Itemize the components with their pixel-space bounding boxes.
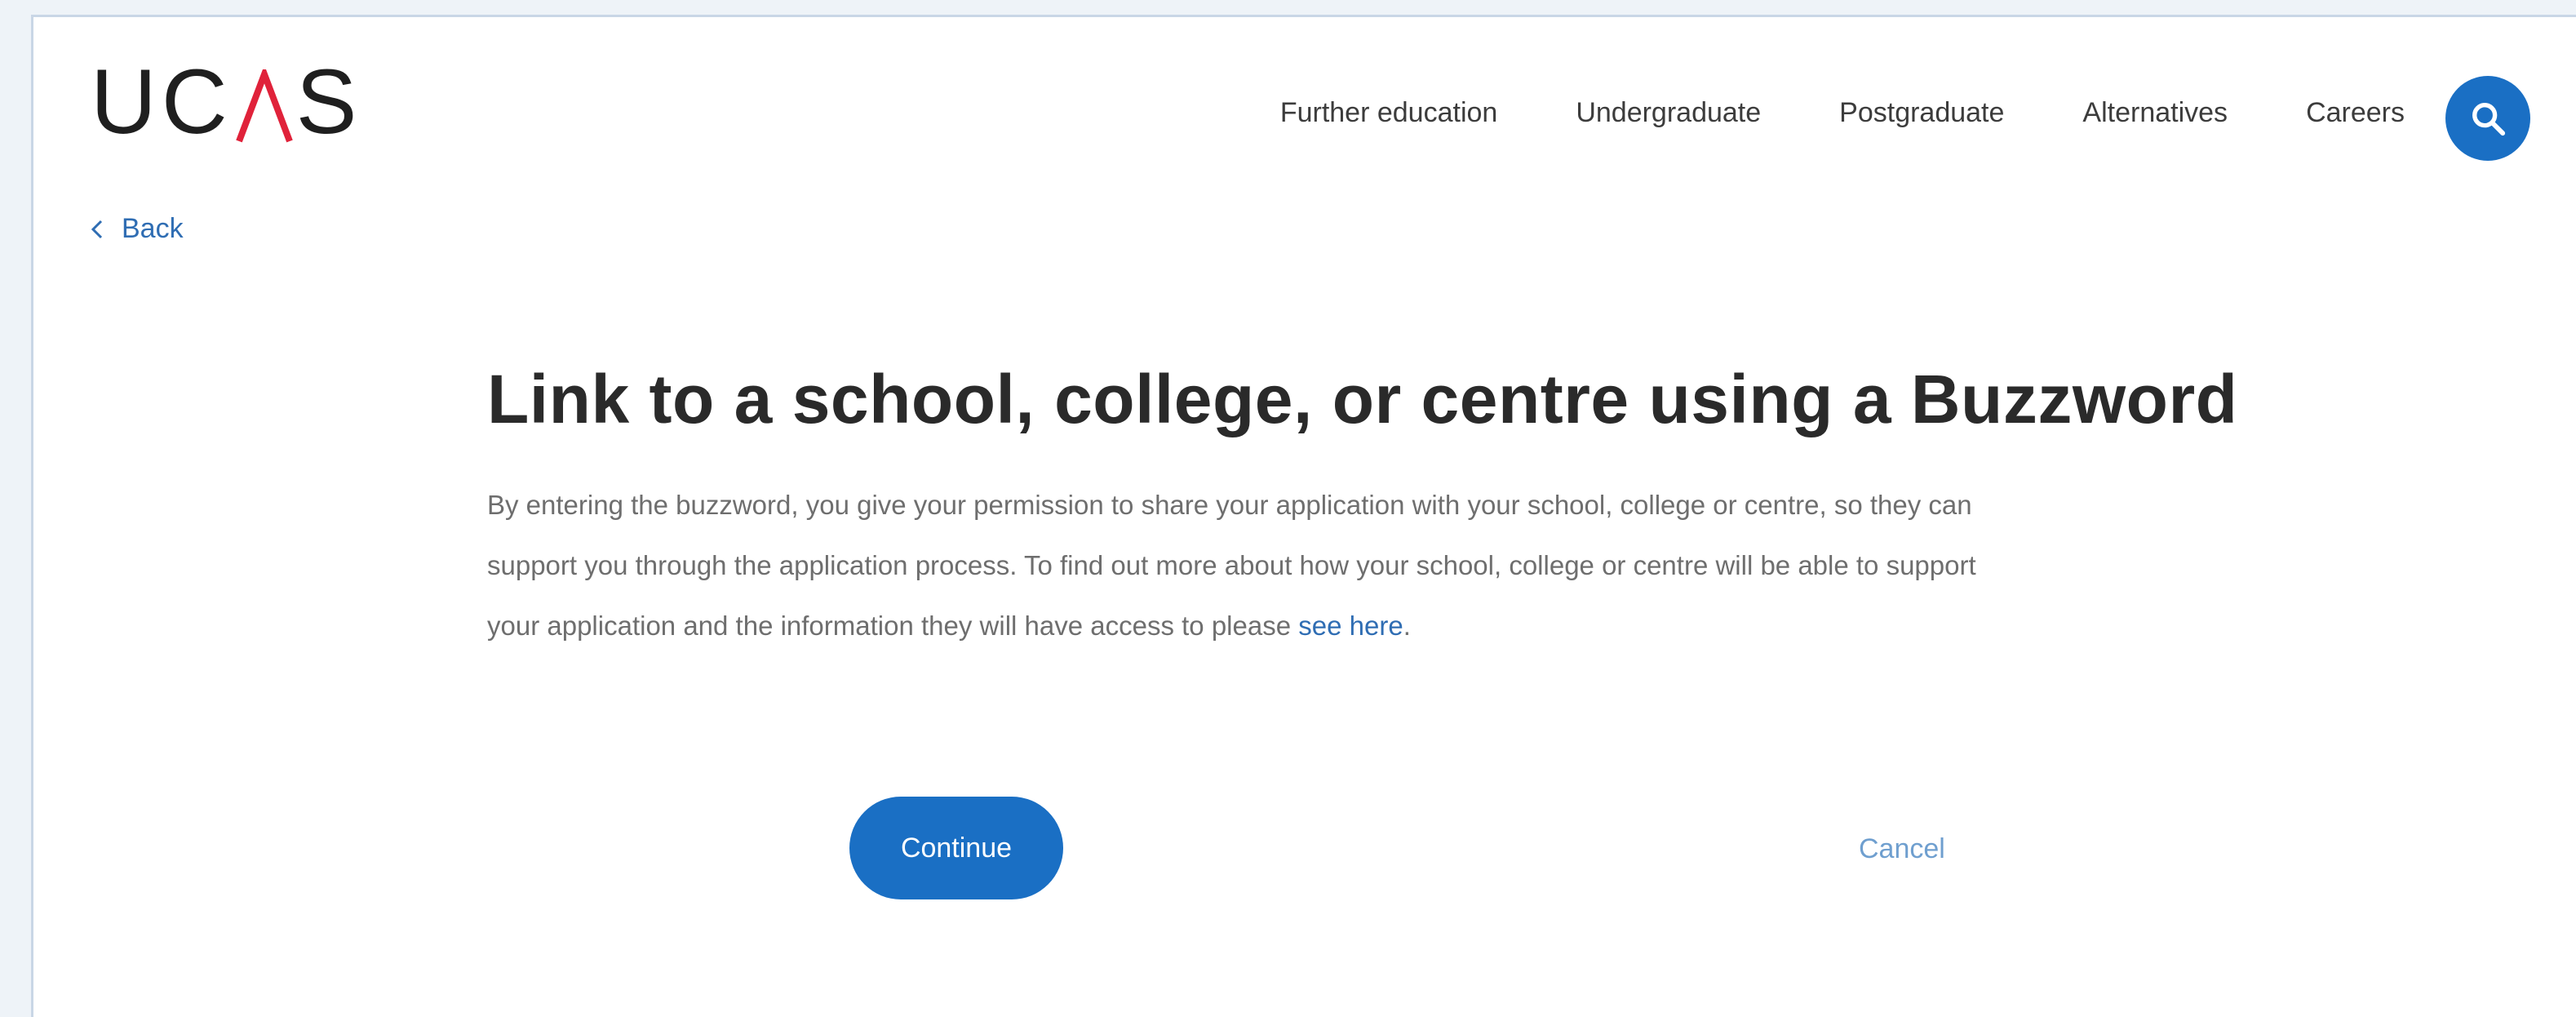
back-label: Back xyxy=(122,213,184,244)
see-here-link[interactable]: see here xyxy=(1298,611,1403,641)
logo-left-text: UC xyxy=(91,51,233,153)
ucas-logo[interactable]: UC S xyxy=(91,56,361,148)
permission-paragraph: By entering the buzzword, you give your … xyxy=(487,475,2364,656)
search-icon xyxy=(2472,103,2506,136)
logo-right-text: S xyxy=(295,51,362,153)
paragraph-end: . xyxy=(1403,611,1411,641)
page-frame: UC S Further education Undergraduate Pos… xyxy=(31,15,2576,1017)
paragraph-line-3-text: your application and the information the… xyxy=(487,611,1299,641)
logo-caret-icon xyxy=(236,69,293,148)
paragraph-line-2: support you through the application proc… xyxy=(487,550,1976,580)
nav-undergraduate[interactable]: Undergraduate xyxy=(1576,97,1761,129)
cancel-link[interactable]: Cancel xyxy=(1859,833,1945,865)
nav-alternatives[interactable]: Alternatives xyxy=(2082,97,2228,129)
nav-further-education[interactable]: Further education xyxy=(1280,97,1498,129)
search-button[interactable] xyxy=(2445,76,2530,161)
nav-postgraduate[interactable]: Postgraduate xyxy=(1839,97,2004,129)
paragraph-line-3: your application and the information the… xyxy=(487,596,2364,656)
paragraph-line-1: By entering the buzzword, you give your … xyxy=(487,490,1972,520)
continue-button[interactable]: Continue xyxy=(849,797,1063,899)
main-nav: Further education Undergraduate Postgrad… xyxy=(1280,97,2405,129)
page-title: Link to a school, college, or centre usi… xyxy=(487,361,2238,437)
main-content: Link to a school, college, or centre usi… xyxy=(487,360,2364,656)
nav-careers[interactable]: Careers xyxy=(2306,97,2405,129)
chevron-left-icon xyxy=(91,220,103,238)
back-link[interactable]: Back xyxy=(91,213,184,245)
